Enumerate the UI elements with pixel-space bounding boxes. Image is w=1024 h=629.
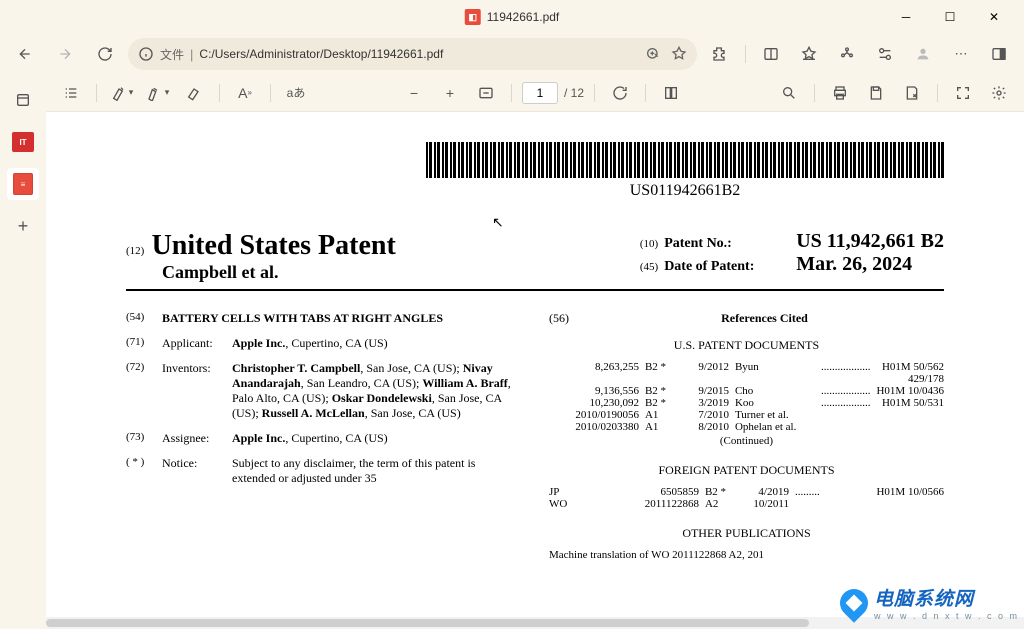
page-number-input[interactable] — [522, 82, 558, 104]
watermark-icon — [834, 583, 874, 623]
browser-navbar: 文件 | C:/Users/Administrator/Desktop/1194… — [0, 34, 1024, 74]
address-bar[interactable]: 文件 | C:/Users/Administrator/Desktop/1194… — [128, 38, 697, 70]
draw-dropdown[interactable]: ▾ — [143, 78, 173, 108]
more-icon[interactable]: ⋯ — [944, 37, 978, 71]
highlight-dropdown[interactable]: ▾ — [107, 78, 137, 108]
print-icon[interactable] — [825, 78, 855, 108]
patent-main-title: United States Patent — [152, 230, 396, 261]
favorite-icon[interactable] — [671, 46, 687, 62]
split-screen-icon[interactable] — [754, 37, 788, 71]
contents-icon[interactable] — [56, 78, 86, 108]
fit-page-icon[interactable] — [471, 78, 501, 108]
page-view-icon[interactable] — [656, 78, 686, 108]
erase-icon[interactable] — [179, 78, 209, 108]
sidebar-item-pdf[interactable]: ≡ — [7, 168, 39, 200]
collections-icon[interactable] — [830, 37, 864, 71]
patent-number: US 11,942,661 B2 — [796, 230, 944, 253]
window-title: 11942661.pdf — [487, 10, 560, 24]
save-as-icon[interactable] — [897, 78, 927, 108]
barcode — [426, 142, 944, 178]
forward-button[interactable] — [48, 37, 82, 71]
pdf-file-icon: ◧ — [465, 9, 481, 25]
pdf-viewport[interactable]: US011942661B2 (12) United States Patent … — [46, 112, 1024, 629]
close-button[interactable]: ✕ — [972, 2, 1016, 32]
patent-date: Mar. 26, 2024 — [796, 253, 912, 276]
file-scheme-label: 文件 — [160, 46, 184, 63]
pdf-icon: ≡ — [13, 173, 33, 195]
performance-icon[interactable] — [868, 37, 902, 71]
zoom-icon[interactable] — [645, 46, 661, 62]
maximize-button[interactable]: ☐ — [928, 2, 972, 32]
watermark: 电脑系统网 w w w . d n x t w . c o m — [840, 584, 1019, 621]
sidebar-toggle-icon[interactable] — [982, 37, 1016, 71]
text-style-icon[interactable]: A» — [230, 78, 260, 108]
url-text: C:/Users/Administrator/Desktop/11942661.… — [199, 47, 639, 61]
zoom-in-button[interactable]: + — [435, 78, 465, 108]
profile-icon[interactable] — [906, 37, 940, 71]
us-patent-refs: 8,263,255B2 *9/2012Byun.................… — [549, 361, 944, 433]
search-icon[interactable] — [774, 78, 804, 108]
pdf-page: US011942661B2 (12) United States Patent … — [46, 112, 1024, 561]
minimize-button[interactable]: ─ — [884, 2, 928, 32]
gear-icon[interactable] — [984, 78, 1014, 108]
patent-author: Campbell et al. — [162, 262, 396, 283]
sidebar-item-it[interactable]: IT — [7, 126, 39, 158]
info-icon — [138, 46, 154, 62]
translate-icon[interactable]: aあ — [281, 78, 311, 108]
barcode-text: US011942661B2 — [426, 182, 944, 200]
vertical-tabs-sidebar: IT ≡ + — [0, 74, 46, 629]
zoom-out-button[interactable]: − — [399, 78, 429, 108]
rotate-icon[interactable] — [605, 78, 635, 108]
save-icon[interactable] — [861, 78, 891, 108]
sidebar-item-new-tab[interactable]: + — [7, 210, 39, 242]
scrollbar-thumb[interactable] — [46, 619, 809, 627]
favorites-icon[interactable] — [792, 37, 826, 71]
window-titlebar: ◧ 11942661.pdf ─ ☐ ✕ — [0, 0, 1024, 34]
fullscreen-icon[interactable] — [948, 78, 978, 108]
page-total: / 12 — [564, 86, 584, 100]
back-button[interactable] — [8, 37, 42, 71]
foreign-patent-refs: JP6505859B2 *4/2019.........H01M 10/0566… — [549, 486, 944, 510]
extensions-icon[interactable] — [703, 37, 737, 71]
sidebar-item-tabs[interactable] — [7, 84, 39, 116]
plus-icon: + — [18, 216, 29, 237]
reload-button[interactable] — [88, 37, 122, 71]
pdf-toolbar: ▾ ▾ A» aあ − + / 12 — [46, 74, 1024, 112]
